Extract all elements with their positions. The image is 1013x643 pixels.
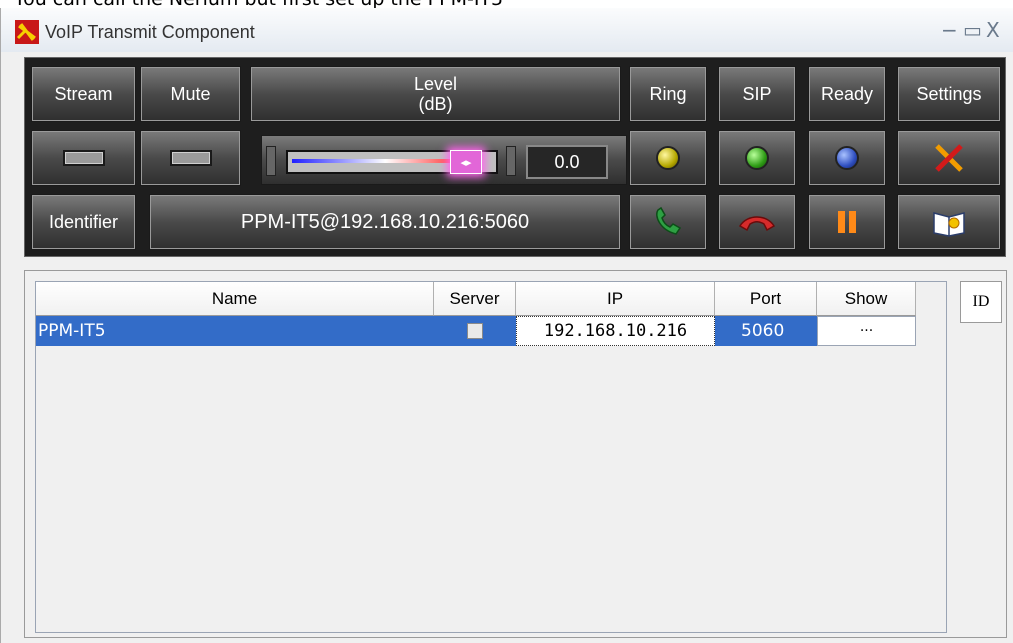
- ready-button[interactable]: Ready: [808, 66, 886, 122]
- level-slider-panel: ◂▸ 0.0: [261, 135, 627, 185]
- close-icon[interactable]: X: [986, 18, 1000, 42]
- hangup-icon: [738, 216, 776, 232]
- pause-button[interactable]: [808, 194, 886, 250]
- mute-button[interactable]: Mute: [140, 66, 241, 122]
- mute-toggle[interactable]: [140, 130, 241, 186]
- level-unit-label: (dB): [418, 94, 453, 114]
- stream-toggle-indicator: [62, 150, 105, 166]
- ready-led-icon: [835, 146, 859, 170]
- pause-icon: [838, 211, 856, 233]
- settings-tools-button[interactable]: [897, 130, 1001, 186]
- book-icon: [933, 212, 965, 237]
- window-title: VoIP Transmit Component: [45, 22, 255, 42]
- level-header: Level (dB): [250, 66, 621, 122]
- level-label: Level: [413, 74, 458, 94]
- sip-button[interactable]: SIP: [718, 66, 796, 122]
- identifier-value: PPM-IT5@192.168.10.216:5060: [149, 194, 621, 250]
- row-ip-cell[interactable]: 192.168.10.216: [516, 316, 715, 346]
- ring-led-icon: [656, 146, 680, 170]
- column-header-server[interactable]: Server: [434, 282, 516, 316]
- stream-button[interactable]: Stream: [31, 66, 136, 122]
- column-header-show[interactable]: Show: [817, 282, 916, 316]
- sip-indicator: [718, 130, 796, 186]
- slider-right-cap: [506, 146, 516, 176]
- row-name-cell[interactable]: PPM-IT5: [36, 316, 434, 346]
- contacts-table: Name Server IP Port Show PPM-IT5 192.168…: [35, 281, 947, 633]
- ready-indicator: [808, 130, 886, 186]
- tools-icon: [935, 144, 963, 172]
- minimize-icon[interactable]: −: [941, 18, 958, 42]
- server-checkbox[interactable]: [467, 323, 483, 339]
- ring-indicator: [629, 130, 707, 186]
- hangup-button[interactable]: [718, 194, 796, 250]
- level-slider-fill: [292, 159, 462, 163]
- level-slider-handle[interactable]: ◂▸: [450, 150, 482, 174]
- column-header-name[interactable]: Name: [36, 282, 434, 316]
- contacts-panel: Name Server IP Port Show PPM-IT5 192.168…: [24, 270, 1007, 638]
- slider-left-cap: [266, 146, 276, 176]
- identifier-button[interactable]: Identifier: [31, 194, 136, 250]
- phonebook-button[interactable]: [897, 194, 1001, 250]
- column-header-ip[interactable]: IP: [516, 282, 715, 316]
- row-server-cell[interactable]: [434, 316, 516, 346]
- row-port-cell[interactable]: 5060: [715, 316, 817, 346]
- column-header-port[interactable]: Port: [715, 282, 817, 316]
- level-value: 0.0: [526, 145, 608, 179]
- sip-led-icon: [745, 146, 769, 170]
- row-show-button[interactable]: ···: [817, 316, 916, 346]
- mute-toggle-indicator: [169, 150, 212, 166]
- maximize-icon[interactable]: ▭: [963, 18, 982, 42]
- call-button[interactable]: [629, 194, 707, 250]
- page-caption: You can call the Nerium but first set up…: [14, 0, 503, 10]
- level-slider[interactable]: ◂▸: [286, 150, 498, 174]
- ring-button[interactable]: Ring: [629, 66, 707, 122]
- settings-button[interactable]: Settings: [897, 66, 1001, 122]
- stream-toggle[interactable]: [31, 130, 136, 186]
- app-logo-icon: [15, 20, 39, 44]
- title-bar: VoIP Transmit Component − ▭ X: [1, 8, 1013, 52]
- call-icon: [656, 206, 682, 235]
- control-toolbar: Stream Mute Level (dB) Ring SIP Ready Se…: [24, 57, 1006, 257]
- id-column-header[interactable]: ID: [960, 281, 1002, 323]
